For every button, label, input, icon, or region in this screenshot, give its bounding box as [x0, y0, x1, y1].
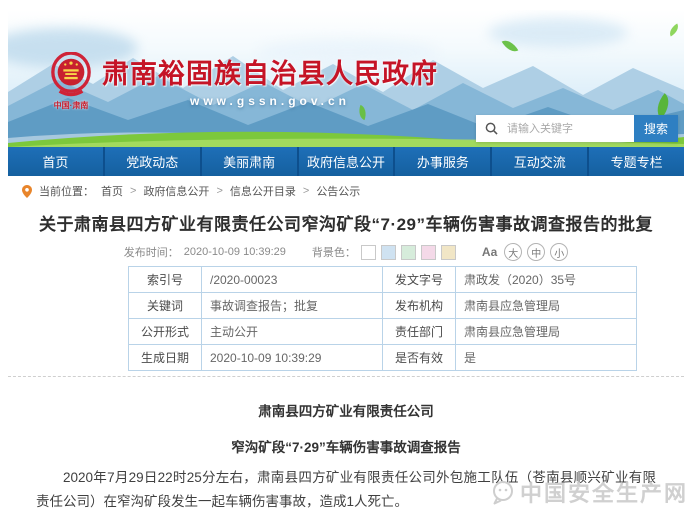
- location-pin-icon: [22, 185, 32, 198]
- search-input[interactable]: [505, 122, 634, 136]
- breadcrumb-link-info-directory[interactable]: 信息公开目录: [230, 183, 296, 199]
- info-table-value: 主动公开: [202, 319, 383, 345]
- font-size-large-button[interactable]: 大: [504, 243, 522, 261]
- breadcrumb-separator: >: [303, 185, 309, 197]
- info-table-value: 肃南县应急管理局: [456, 319, 637, 345]
- publish-time-label: 发布时间：: [124, 244, 179, 260]
- info-table-label: 是否有效: [383, 345, 456, 371]
- bgcolor-swatch-blue[interactable]: [381, 245, 396, 260]
- breadcrumb: 当前位置： 首页 > 政府信息公开 > 信息公开目录 > 公告公示: [8, 178, 684, 204]
- breadcrumb-separator: >: [216, 185, 222, 197]
- nav-item-home[interactable]: 首页: [8, 147, 103, 176]
- document-info-table: 索引号 /2020-00023 发文字号 肃政发（2020）35号 关键词 事故…: [128, 266, 637, 371]
- bgcolor-label: 背景色：: [312, 244, 356, 260]
- table-row: 关键词 事故调查报告；批复 发布机构 肃南县应急管理局: [129, 293, 637, 319]
- main-nav: 首页 党政动态 美丽肃南 政府信息公开 办事服务 互动交流 专题专栏: [8, 147, 684, 176]
- emblem-caption: 中国·肃南: [54, 100, 89, 111]
- search-icon: [485, 122, 498, 135]
- site-title: 肃南裕固族自治县人民政府: [102, 52, 438, 91]
- article-meta-bar: 发布时间： 2020-10-09 10:39:29 背景色： Aa 大 中 小: [0, 243, 692, 261]
- breadcrumb-link-gov-info[interactable]: 政府信息公开: [143, 183, 209, 199]
- national-emblem-icon: [50, 52, 92, 98]
- nav-item-interaction[interactable]: 互动交流: [490, 147, 587, 176]
- doc-paragraph: 2020年7月29日22时25分左右，肃南县四方矿业有限责任公司外包施工队伍（苍…: [36, 466, 656, 514]
- nav-item-party-news[interactable]: 党政动态: [103, 147, 200, 176]
- nav-item-gov-info-disclosure[interactable]: 政府信息公开: [297, 147, 394, 176]
- font-size-label: Aa: [482, 245, 497, 259]
- search-box: 搜索: [476, 115, 678, 142]
- info-table-label: 发文字号: [383, 267, 456, 293]
- content-divider: [8, 376, 684, 377]
- page-container: 中国·肃南 肃南裕固族自治县人民政府 www.gssn.gov.cn 搜索 首页…: [0, 0, 692, 521]
- doc-heading-report: 窄沟矿段“7·29”车辆伤害事故调查报告: [0, 436, 692, 456]
- info-table-value: /2020-00023: [202, 267, 383, 293]
- info-table-label: 索引号: [129, 267, 202, 293]
- info-table-label: 发布机构: [383, 293, 456, 319]
- bgcolor-swatch-white[interactable]: [361, 245, 376, 260]
- publish-time-value: 2020-10-09 10:39:29: [184, 246, 286, 258]
- breadcrumb-label: 当前位置：: [39, 183, 94, 199]
- info-table-value: 事故调查报告；批复: [202, 293, 383, 319]
- info-table-label: 关键词: [129, 293, 202, 319]
- info-table-value: 2020-10-09 10:39:29: [202, 345, 383, 371]
- breadcrumb-separator: >: [130, 185, 136, 197]
- site-logo: 中国·肃南 肃南裕固族自治县人民政府 www.gssn.gov.cn: [50, 52, 438, 111]
- bgcolor-swatch-yellow[interactable]: [441, 245, 456, 260]
- nav-item-services[interactable]: 办事服务: [393, 147, 490, 176]
- font-size-medium-button[interactable]: 中: [527, 243, 545, 261]
- bgcolor-swatch-green[interactable]: [401, 245, 416, 260]
- breadcrumb-link-home[interactable]: 首页: [101, 183, 123, 199]
- table-row: 公开形式 主动公开 责任部门 肃南县应急管理局: [129, 319, 637, 345]
- doc-heading-company: 肃南县四方矿业有限责任公司: [0, 400, 692, 420]
- table-row: 生成日期 2020-10-09 10:39:29 是否有效 是: [129, 345, 637, 371]
- table-row: 索引号 /2020-00023 发文字号 肃政发（2020）35号: [129, 267, 637, 293]
- info-table-value: 肃南县应急管理局: [456, 293, 637, 319]
- nav-item-beautiful-sunan[interactable]: 美丽肃南: [200, 147, 297, 176]
- breadcrumb-current[interactable]: 公告公示: [316, 183, 360, 199]
- info-table-label: 生成日期: [129, 345, 202, 371]
- site-url: www.gssn.gov.cn: [190, 94, 350, 108]
- search-button[interactable]: 搜索: [634, 115, 678, 142]
- nav-item-special-topics[interactable]: 专题专栏: [587, 147, 684, 176]
- font-size-small-button[interactable]: 小: [550, 243, 568, 261]
- bgcolor-swatch-pink[interactable]: [421, 245, 436, 260]
- info-table-value: 是: [456, 345, 637, 371]
- page-title: 关于肃南县四方矿业有限责任公司窄沟矿段“7·29”车辆伤害事故调查报告的批复: [30, 210, 662, 235]
- info-table-label: 公开形式: [129, 319, 202, 345]
- info-table-value: 肃政发（2020）35号: [456, 267, 637, 293]
- site-banner: 中国·肃南 肃南裕固族自治县人民政府 www.gssn.gov.cn 搜索: [8, 10, 684, 147]
- info-table-label: 责任部门: [383, 319, 456, 345]
